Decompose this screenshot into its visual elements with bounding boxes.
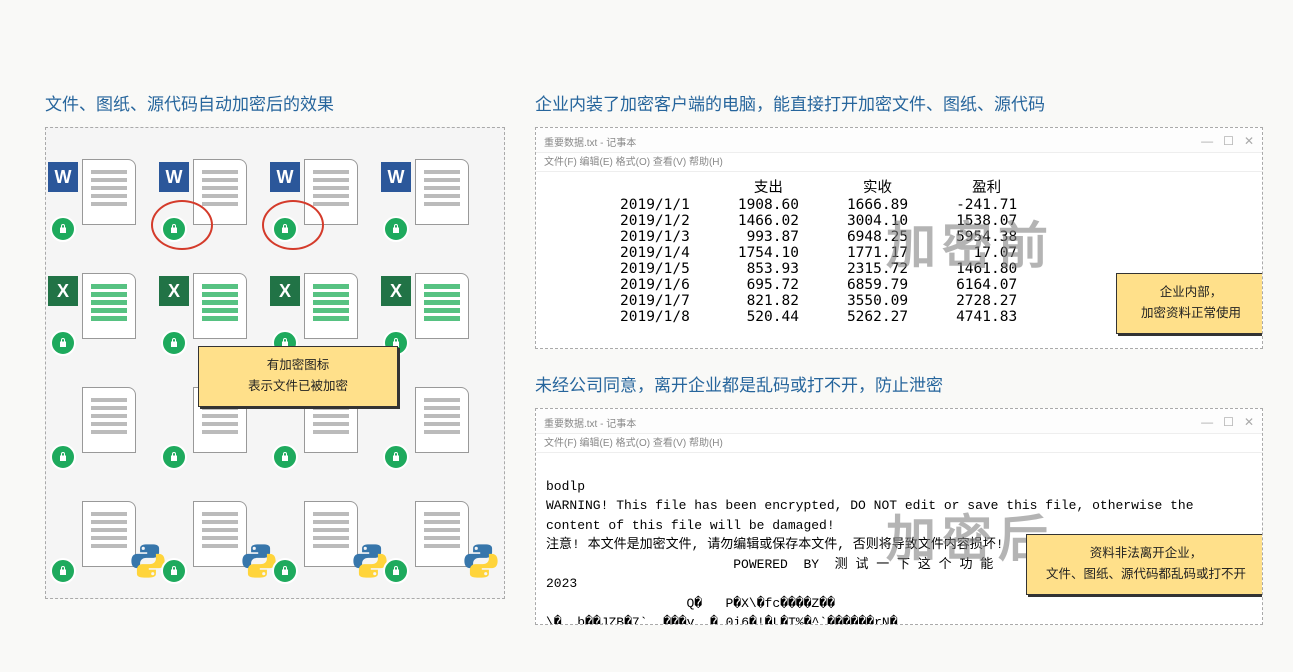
file-excel-3: X bbox=[280, 262, 381, 350]
table-row: 2019/1/8520.445262.274741.83 bbox=[596, 309, 1041, 325]
lock-icon bbox=[383, 558, 409, 584]
close-icon[interactable]: ✕ bbox=[1244, 134, 1254, 148]
lock-icon bbox=[383, 216, 409, 242]
callout-outside-enterprise: 资料非法离开企业， 文件、图纸、源代码都乱码或打不开 bbox=[1026, 534, 1263, 595]
lock-icon bbox=[272, 558, 298, 584]
file-word-2: W bbox=[169, 148, 270, 236]
lock-icon bbox=[161, 444, 187, 470]
file-word-3: W bbox=[280, 148, 381, 236]
lock-icon bbox=[50, 558, 76, 584]
maximize-icon[interactable]: ☐ bbox=[1223, 134, 1234, 148]
th-expense: 支出 bbox=[714, 176, 823, 197]
notepad-filename: 重要数据.txt - 记事本 bbox=[544, 134, 636, 149]
notepad-menu[interactable]: 文件(F) 编辑(E) 格式(O) 查看(V) 帮助(H) bbox=[536, 434, 1262, 453]
lock-icon bbox=[272, 444, 298, 470]
file-excel-1: X bbox=[58, 262, 159, 350]
minimize-icon[interactable]: — bbox=[1201, 415, 1213, 429]
panel-after-encrypt: 重要数据.txt - 记事本 — ☐ ✕ 文件(F) 编辑(E) 格式(O) 查… bbox=[535, 408, 1263, 625]
lock-icon bbox=[50, 330, 76, 356]
callout-line: 文件、图纸、源代码都乱码或打不开 bbox=[1037, 564, 1255, 585]
left-section-title: 文件、图纸、源代码自动加密后的效果 bbox=[45, 90, 505, 115]
file-excel-2: X bbox=[169, 262, 270, 350]
file-text-4 bbox=[391, 376, 492, 464]
file-excel-4: X bbox=[391, 262, 492, 350]
lock-icon bbox=[50, 444, 76, 470]
left-panel: W W W W X X bbox=[45, 127, 505, 599]
notepad-filename: 重要数据.txt - 记事本 bbox=[544, 415, 636, 430]
lock-icon bbox=[50, 216, 76, 242]
notepad-menu[interactable]: 文件(F) 编辑(E) 格式(O) 查看(V) 帮助(H) bbox=[536, 153, 1262, 172]
right1-section-title: 企业内装了加密客户端的电脑，能直接打开加密文件、图纸、源代码 bbox=[535, 90, 1263, 115]
file-python-2 bbox=[169, 490, 270, 578]
lock-icon bbox=[272, 216, 298, 242]
callout-line: 企业内部， bbox=[1127, 282, 1255, 303]
close-icon[interactable]: ✕ bbox=[1244, 415, 1254, 429]
callout-lock-meaning: 有加密图标 表示文件已被加密 bbox=[198, 346, 398, 407]
maximize-icon[interactable]: ☐ bbox=[1223, 415, 1234, 429]
data-table: 支出 实收 盈利 2019/1/11908.601666.89-241.7120… bbox=[596, 176, 1041, 325]
file-python-1 bbox=[58, 490, 159, 578]
table-row: 2019/1/7821.823550.092728.27 bbox=[596, 293, 1041, 309]
lock-icon bbox=[161, 216, 187, 242]
callout-line: 资料非法离开企业， bbox=[1037, 543, 1255, 564]
panel-before-encrypt: 重要数据.txt - 记事本 — ☐ ✕ 文件(F) 编辑(E) 格式(O) 查… bbox=[535, 127, 1263, 349]
lock-icon bbox=[161, 558, 187, 584]
file-word-1: W bbox=[58, 148, 159, 236]
lock-icon bbox=[383, 444, 409, 470]
file-python-4 bbox=[391, 490, 492, 578]
table-row: 2019/1/6695.726859.796164.07 bbox=[596, 277, 1041, 293]
minimize-icon[interactable]: — bbox=[1201, 134, 1213, 148]
python-icon bbox=[462, 542, 500, 580]
table-row: 2019/1/21466.023004.101538.07 bbox=[596, 213, 1041, 229]
file-text-1 bbox=[58, 376, 159, 464]
th-profit: 盈利 bbox=[932, 176, 1041, 197]
right2-section-title: 未经公司同意，离开企业都是乱码或打不开，防止泄密 bbox=[535, 371, 1263, 396]
callout-inside-enterprise: 企业内部， 加密资料正常使用 bbox=[1116, 273, 1263, 334]
file-word-4: W bbox=[391, 148, 492, 236]
table-row: 2019/1/5853.932315.721461.80 bbox=[596, 261, 1041, 277]
th-income: 实收 bbox=[823, 176, 932, 197]
callout-line: 加密资料正常使用 bbox=[1127, 303, 1255, 324]
callout-line: 有加密图标 bbox=[209, 355, 387, 376]
lock-icon bbox=[161, 330, 187, 356]
table-row: 2019/1/3993.876948.255954.38 bbox=[596, 229, 1041, 245]
callout-line: 表示文件已被加密 bbox=[209, 376, 387, 397]
table-row: 2019/1/41754.101771.1717.07 bbox=[596, 245, 1041, 261]
file-python-3 bbox=[280, 490, 381, 578]
table-row: 2019/1/11908.601666.89-241.71 bbox=[596, 197, 1041, 213]
